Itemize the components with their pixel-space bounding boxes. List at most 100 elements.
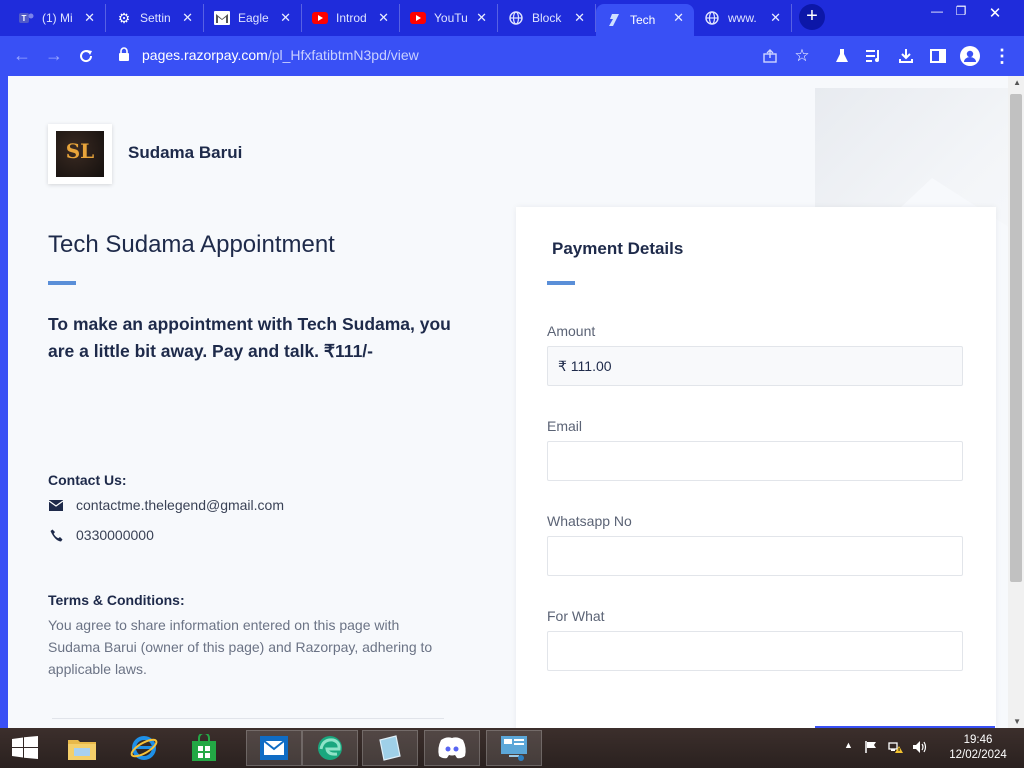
youtube-icon <box>410 10 426 26</box>
notepad-icon[interactable] <box>362 730 418 766</box>
remote-desktop-icon[interactable] <box>486 730 542 766</box>
share-icon[interactable] <box>758 44 782 68</box>
network-warning-icon[interactable] <box>888 740 904 757</box>
browser-tab-strip: T (1) Mi ✕ ⚙ Settin ✕ Eagle ✕ Introd ✕ Y… <box>0 0 1024 36</box>
contact-email-row: contactme.thelegend@gmail.com <box>48 491 284 519</box>
clock-time: 19:46 <box>963 734 993 746</box>
address-bar[interactable]: pages.razorpay.com/pl_HfxfatibtmN3pd/vie… <box>142 47 419 63</box>
razorpay-icon <box>606 12 622 28</box>
close-icon[interactable]: ✕ <box>280 10 291 26</box>
discord-icon[interactable] <box>424 730 480 766</box>
close-icon[interactable]: ✕ <box>476 10 487 26</box>
back-arrow-icon[interactable]: ← <box>10 44 34 68</box>
contact-email-link[interactable]: contactme.thelegend@gmail.com <box>76 497 284 513</box>
store-icon[interactable] <box>176 730 232 766</box>
scroll-down-arrow-icon[interactable]: ▼ <box>1013 717 1021 726</box>
tab-tech-active[interactable]: Tech ✕ <box>596 4 694 36</box>
file-explorer-icon[interactable] <box>54 730 110 766</box>
reload-icon[interactable] <box>74 44 98 68</box>
card-accent-line <box>547 281 575 285</box>
globe-icon <box>704 10 720 26</box>
page-title: Tech Sudama Appointment <box>48 231 335 258</box>
merchant-logo: SL <box>48 124 112 184</box>
whatsapp-field[interactable] <box>547 536 963 576</box>
scrollbar-thumb[interactable] <box>1010 94 1022 582</box>
settings-gear-icon: ⚙ <box>117 9 131 26</box>
tab-title: YouTu <box>434 11 468 25</box>
restore-icon[interactable]: ❐ <box>946 4 976 18</box>
tab-title: (1) Mi <box>42 11 73 25</box>
terms-text: You agree to share information entered o… <box>48 617 433 677</box>
tab-www[interactable]: www. ✕ <box>694 4 792 32</box>
close-icon[interactable]: ✕ <box>770 10 781 26</box>
window-close-icon[interactable]: ✕ <box>980 4 1010 22</box>
forward-arrow-icon[interactable]: → <box>42 44 66 68</box>
razorpay-payment-page: SL Sudama Barui Tech Sudama Appointment … <box>0 76 1024 728</box>
page-scrollbar[interactable]: ▲ ▼ <box>1008 76 1024 728</box>
payment-details-title: Payment Details <box>552 239 684 258</box>
contact-phone-row: 0330000000 <box>48 527 154 543</box>
close-icon[interactable]: ✕ <box>673 10 684 26</box>
contact-email-wrap: contactme.thelegend@gmail.com <box>72 491 284 519</box>
tab-settings[interactable]: ⚙ Settin ✕ <box>106 4 204 32</box>
tab-title: Block <box>532 11 562 25</box>
svg-text:T: T <box>22 14 27 23</box>
for-what-field[interactable] <box>547 631 963 671</box>
amount-field[interactable]: ₹ 111.00 <box>547 346 963 386</box>
email-label: Email <box>547 418 583 434</box>
mail-icon <box>48 498 64 512</box>
edge-icon[interactable] <box>302 730 358 766</box>
gmail-icon <box>214 10 230 26</box>
amount-label: Amount <box>547 323 596 339</box>
close-icon[interactable]: ✕ <box>84 10 95 26</box>
bookmark-star-icon[interactable]: ☆ <box>790 44 814 68</box>
tab-youtube-2[interactable]: YouTu ✕ <box>400 4 498 32</box>
url-host: pages.razorpay.com <box>142 47 268 63</box>
tab-gmail[interactable]: Eagle ✕ <box>204 4 302 32</box>
profile-avatar-icon[interactable] <box>958 44 982 68</box>
labs-flask-icon[interactable] <box>830 44 854 68</box>
tray-overflow-icon[interactable]: ▲ <box>844 740 853 750</box>
logo-image: SL <box>56 131 104 177</box>
clock-date: 12/02/2024 <box>949 749 1007 761</box>
teams-icon: T <box>18 10 34 26</box>
terms-heading: Terms & Conditions: <box>48 592 185 608</box>
action-center-flag-icon[interactable] <box>864 740 878 757</box>
taskbar-clock[interactable]: 19:46 12/02/2024 <box>948 733 1008 763</box>
windows-start-icon[interactable] <box>12 736 38 760</box>
contact-heading: Contact Us: <box>48 472 127 488</box>
media-queue-icon[interactable] <box>862 44 886 68</box>
merchant-name: Sudama Barui <box>128 143 243 162</box>
url-path: /pl_HfxfatibtmN3pd/view <box>267 47 419 63</box>
download-icon[interactable] <box>894 44 918 68</box>
tab-title: www. <box>728 11 757 25</box>
side-panel-icon[interactable] <box>926 44 950 68</box>
tab-title: Tech <box>630 13 656 27</box>
page-left-accent <box>0 76 8 728</box>
mail-app-icon[interactable] <box>246 730 302 766</box>
volume-icon[interactable] <box>912 740 928 757</box>
phone-icon <box>48 528 64 542</box>
windows-taskbar: ▲ 19:46 12/02/2024 <box>0 728 1024 768</box>
whatsapp-label: Whatsapp No <box>547 513 632 529</box>
section-divider <box>52 718 444 719</box>
email-field[interactable] <box>547 441 963 481</box>
tab-block[interactable]: Block ✕ <box>498 4 596 32</box>
title-accent-line <box>48 281 76 285</box>
youtube-icon <box>312 10 328 26</box>
tab-teams[interactable]: T (1) Mi ✕ <box>8 4 106 32</box>
page-description: To make an appointment with Tech Sudama,… <box>48 314 451 361</box>
internet-explorer-icon[interactable] <box>116 730 172 766</box>
scroll-up-arrow-icon[interactable]: ▲ <box>1013 78 1021 87</box>
tab-title: Introd <box>336 11 367 25</box>
close-icon[interactable]: ✕ <box>182 10 193 26</box>
for-what-label: For What <box>547 608 605 624</box>
tab-title: Settin <box>140 11 171 25</box>
contact-phone-link[interactable]: 0330000000 <box>76 527 154 543</box>
more-menu-icon[interactable]: ⋮ <box>990 44 1014 68</box>
new-tab-button[interactable]: + <box>799 4 825 30</box>
close-icon[interactable]: ✕ <box>378 10 389 26</box>
lock-icon[interactable] <box>118 47 130 61</box>
close-icon[interactable]: ✕ <box>574 10 585 26</box>
tab-youtube-1[interactable]: Introd ✕ <box>302 4 400 32</box>
